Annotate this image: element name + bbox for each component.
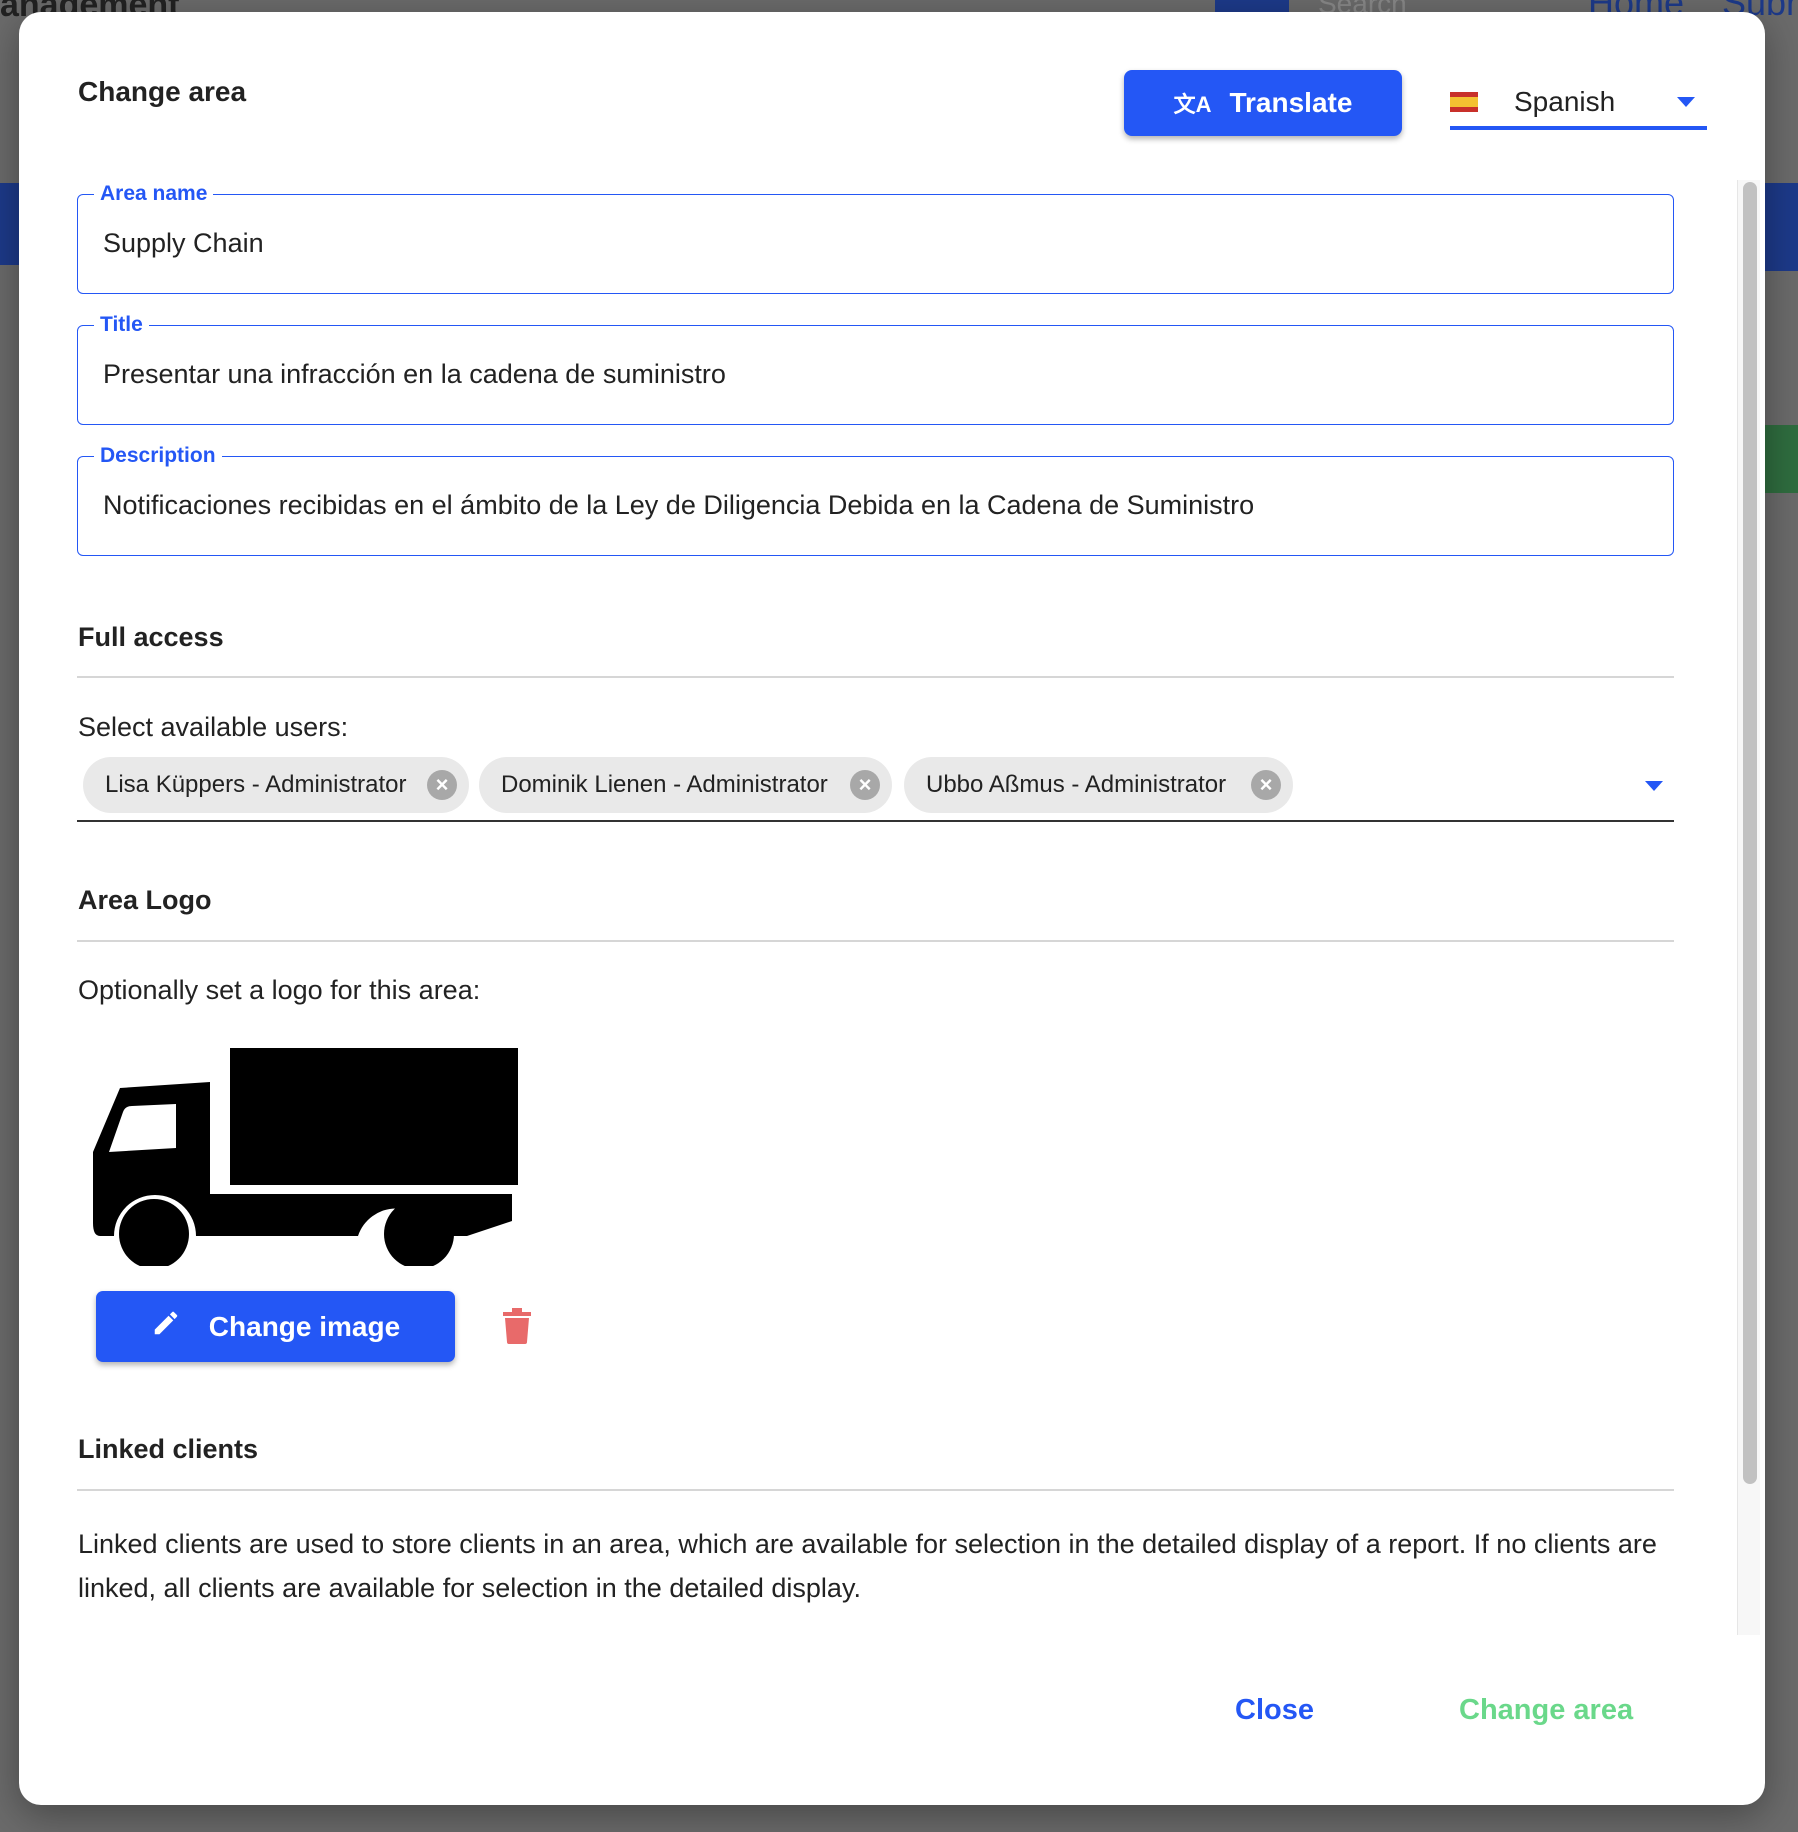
remove-chip-icon[interactable]: ×	[427, 770, 457, 800]
description-field[interactable]: Description Notificaciones recibidas en …	[77, 444, 1674, 556]
language-value: Spanish	[1514, 86, 1616, 117]
translate-icon: 文A	[1173, 92, 1212, 117]
change-image-label: Change image	[208, 1310, 401, 1342]
background-banner	[0, 183, 19, 265]
user-chip-label: Dominik Lienen - Administrator	[501, 771, 828, 798]
remove-chip-icon[interactable]: ×	[850, 770, 880, 800]
area-logo-heading: Area Logo	[78, 885, 212, 915]
scrollbar-thumb[interactable]	[1743, 182, 1757, 1484]
background-search-button	[1215, 0, 1289, 12]
description-input[interactable]: Notificaciones recibidas en el ámbito de…	[103, 490, 1254, 521]
area-name-label: Area name	[94, 182, 214, 206]
chevron-down-icon	[1677, 97, 1695, 107]
logo-hint: Optionally set a logo for this area:	[78, 975, 481, 1005]
linked-clients-description: Linked clients are used to store clients…	[78, 1529, 1657, 1603]
translate-button[interactable]: 文A Translate	[1124, 70, 1402, 136]
translate-label: Translate	[1229, 87, 1353, 118]
linked-clients-heading: Linked clients	[78, 1434, 259, 1464]
user-chip: Ubbo Aßmus - Administrator ×	[904, 757, 1293, 813]
spain-flag-icon	[1450, 92, 1478, 112]
area-name-input[interactable]: Supply Chain	[103, 228, 264, 259]
user-chip: Lisa Küppers - Administrator ×	[83, 757, 469, 813]
description-label: Description	[94, 444, 222, 468]
pencil-icon	[151, 1308, 181, 1345]
close-button[interactable]: Close	[1229, 1693, 1320, 1728]
users-dropdown-chevron-icon[interactable]	[1645, 781, 1663, 791]
title-input[interactable]: Presentar una infracción en la cadena de…	[103, 359, 726, 390]
user-chip-label: Lisa Küppers - Administrator	[105, 771, 407, 798]
full-access-heading: Full access	[78, 622, 224, 652]
dialog-title: Change area	[78, 76, 247, 107]
area-name-field[interactable]: Area name Supply Chain	[77, 182, 1674, 294]
trash-icon[interactable]	[503, 1308, 531, 1349]
change-area-submit-button[interactable]: Change area	[1453, 1693, 1639, 1728]
change-image-button[interactable]: Change image	[96, 1291, 455, 1362]
user-chip: Dominik Lienen - Administrator ×	[479, 757, 892, 813]
select-users-label: Select available users:	[78, 712, 349, 742]
user-chip-label: Ubbo Aßmus - Administrator	[926, 771, 1227, 798]
change-area-dialog: Change area 文A Translate Spanish Area na…	[19, 12, 1765, 1805]
remove-chip-icon[interactable]: ×	[1251, 770, 1281, 800]
users-select-underline	[77, 820, 1674, 822]
divider	[77, 676, 1674, 678]
divider	[77, 940, 1674, 942]
background-banner-right	[1765, 183, 1798, 271]
language-select[interactable]: Spanish	[1450, 78, 1707, 130]
truck-icon	[93, 1048, 518, 1266]
background-green-button	[1765, 425, 1798, 493]
title-field[interactable]: Title Presentar una infracción en la cad…	[77, 313, 1674, 425]
divider	[77, 1489, 1674, 1491]
title-label: Title	[94, 313, 149, 337]
